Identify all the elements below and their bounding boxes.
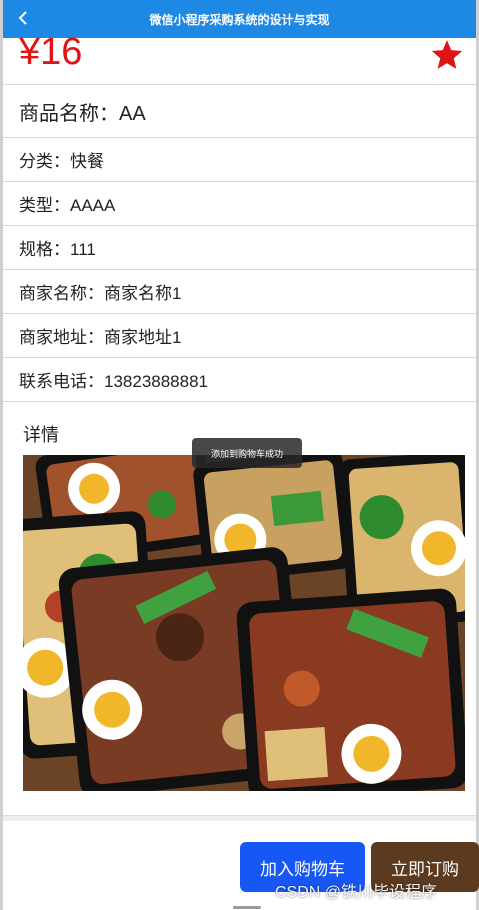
price-row: ¥16: [3, 31, 476, 85]
food-photo: [23, 455, 465, 791]
watermark: CSDN @铁川毕设程序: [275, 884, 438, 901]
merchant-name-text: 商家名称：商家名称1: [19, 284, 182, 303]
bottom-separator: [3, 815, 476, 821]
product-name: 商品名称：AA: [3, 85, 476, 138]
back-button[interactable]: [11, 5, 35, 31]
product-spec-text: 规格：111: [19, 240, 96, 259]
product-type: 类型：AAAA: [3, 182, 476, 226]
contact-phone-text: 联系电话：13823888881: [19, 372, 209, 391]
product-category-text: 分类：快餐: [19, 152, 104, 171]
page-title: 微信小程序采购系统的设计与实现: [149, 12, 330, 27]
product-name-text: 商品名称：AA: [19, 102, 146, 125]
merchant-address: 商家地址：商家地址1: [3, 314, 476, 358]
chevron-left-icon: [18, 11, 27, 25]
star-icon[interactable]: [430, 38, 464, 72]
product-category: 分类：快餐: [3, 138, 476, 182]
toast-message: 添加到购物车成功: [192, 438, 302, 468]
home-indicator: [233, 906, 261, 909]
phone-screen: 微信小程序采购系统的设计与实现 ¥16 商品名称：AA 分类：快餐 类型：AAA…: [0, 0, 479, 910]
merchant-address-text: 商家地址：商家地址1: [19, 328, 182, 347]
detail-label: 详情: [23, 425, 59, 445]
product-type-text: 类型：AAAA: [19, 196, 116, 215]
contact-phone: 联系电话：13823888881: [3, 358, 476, 402]
merchant-name: 商家名称：商家名称1: [3, 270, 476, 314]
product-price: ¥16: [19, 31, 83, 73]
product-spec: 规格：111: [3, 226, 476, 270]
